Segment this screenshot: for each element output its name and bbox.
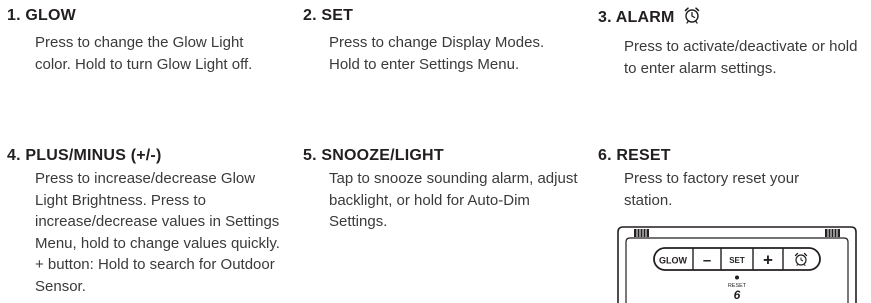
instruction-title: 4. PLUS/MINUS (+/-) [7,147,162,164]
instruction-text: Press to activate/deactivate or hold to … [624,38,858,77]
reset-pinhole [735,275,739,280]
instruction-title: 3. ALARM [598,9,675,26]
instruction-title-row: 3. ALARM [598,6,868,30]
instruction-text: Tap to snooze sounding alarm, adjust bac… [329,170,578,230]
instruction-title: 1. GLOW [7,7,76,24]
instruction-glow: 1. GLOW Press to change the Glow Light c… [7,6,267,75]
instruction-text: Press to change Display Modes. Hold to e… [329,34,545,73]
instruction-text: Press to increase/decrease Glow Light Br… [35,170,280,295]
instruction-text: Press to change the Glow Light color. Ho… [35,34,253,73]
instruction-title: 6. RESET [598,147,671,164]
instruction-plus-minus: 4. PLUS/MINUS (+/-) Press to increase/de… [7,146,297,297]
left-grip [634,229,649,237]
reset-callout-number: 6 [734,288,741,302]
minus-button: – [703,252,711,269]
device-top-diagram: GLOW – SET + RESET 6 [612,224,862,303]
instruction-snooze-light: 5. SNOOZE/LIGHT Tap to snooze sounding a… [303,146,583,233]
instruction-title: 2. SET [303,7,354,24]
instruction-text: Press to factory reset your station. [624,170,800,209]
instruction-alarm: 3. ALARM Press to activate/deactivate or… [598,6,868,79]
plus-button: + [763,251,773,270]
instruction-reset: 6. RESET Press to factory reset your sta… [598,146,868,211]
instruction-set: 2. SET Press to change Display Modes. Ho… [303,6,563,75]
right-grip [825,229,840,237]
glow-button: GLOW [659,256,687,266]
instruction-title: 5. SNOOZE/LIGHT [303,147,444,164]
alarm-clock-icon [683,6,701,30]
set-button: SET [729,256,745,265]
